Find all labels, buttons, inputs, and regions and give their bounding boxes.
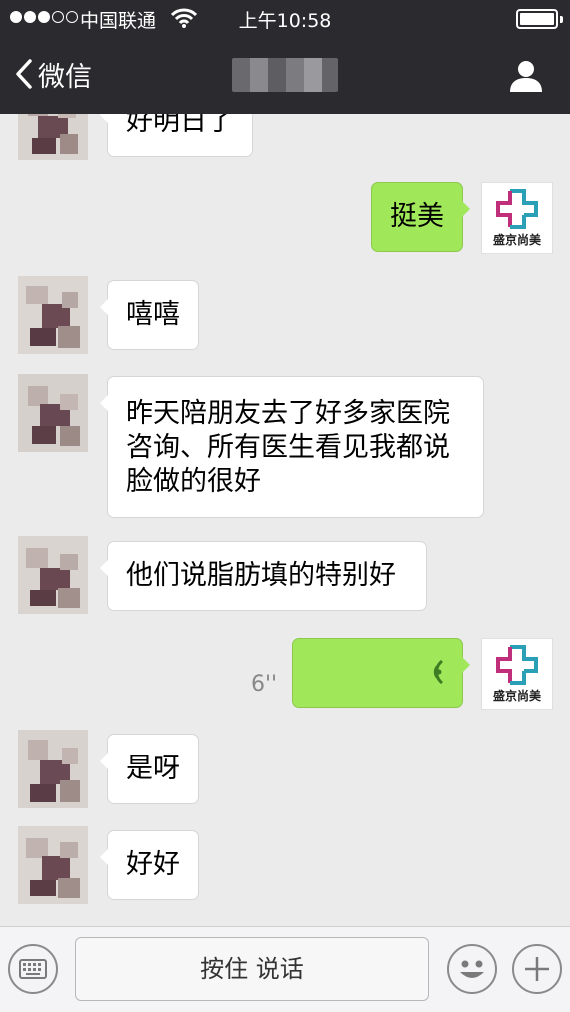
message-text: 是呀 (126, 753, 180, 784)
clinic-logo-text: 盛京尚美 (492, 233, 541, 247)
message-bubble[interactable]: 好明日了 (100, 114, 253, 157)
message-bubble[interactable]: 好好 (100, 830, 199, 900)
person-icon (510, 61, 542, 92)
message-bubble[interactable]: 昨天陪朋友去了好多家医院 咨询、所有医生看见我都说 脸做的很好 (100, 376, 484, 518)
input-bar: 按住 说话 (0, 926, 570, 1012)
message-text-line: 咨询、所有医生看见我都说 (126, 432, 450, 463)
top-bar: 中国联通 上午10:58 微信 (0, 0, 570, 114)
contact-avatar[interactable] (18, 826, 88, 904)
clinic-logo-text: 盛京尚美 (492, 689, 541, 703)
keyboard-toggle-button[interactable] (8, 944, 58, 994)
keyboard-icon (19, 959, 47, 979)
emoji-icon (460, 960, 484, 978)
emoji-button[interactable] (447, 944, 497, 994)
more-options-button[interactable] (512, 944, 562, 994)
chat-area[interactable]: 好明日了 挺美 盛京尚美 嘻嘻 昨天陪朋友去了好多家医院 咨询、所有医生看见我都… (0, 114, 570, 926)
contact-info-button[interactable] (506, 56, 546, 96)
message-text: 好明日了 (126, 114, 234, 137)
voice-message-bubble[interactable] (292, 638, 470, 708)
clinic-avatar[interactable]: 盛京尚美 (481, 638, 553, 710)
back-button[interactable]: 微信 (14, 52, 92, 96)
message-bubble[interactable]: 他们说脂肪填的特别好 (100, 541, 427, 611)
message-bubble[interactable]: 挺美 (371, 182, 470, 252)
clinic-avatar[interactable]: 盛京尚美 (481, 182, 553, 254)
hold-to-talk-button[interactable]: 按住 说话 (75, 937, 429, 1001)
message-text-line: 昨天陪朋友去了好多家医院 (126, 398, 450, 429)
message-text: 挺美 (390, 201, 444, 232)
voice-wave-icon (433, 659, 444, 685)
back-label: 微信 (38, 61, 92, 93)
status-time: 上午10:58 (238, 10, 332, 32)
plus-icon (525, 957, 549, 981)
chevron-left-icon (16, 59, 32, 89)
battery-icon (516, 9, 563, 29)
message-bubble[interactable]: 嘻嘻 (100, 280, 199, 350)
message-bubble[interactable]: 是呀 (100, 734, 199, 804)
status-bar: 中国联通 上午10:58 (0, 0, 570, 36)
contact-avatar[interactable] (18, 730, 88, 808)
nav-bar: 微信 (0, 36, 570, 114)
message-text-line: 脸做的很好 (126, 466, 261, 497)
message-text: 嘻嘻 (126, 299, 180, 330)
contact-avatar[interactable] (18, 276, 88, 354)
chat-title-blurred (232, 58, 338, 92)
message-text: 他们说脂肪填的特别好 (126, 560, 396, 591)
message-text: 好好 (126, 849, 180, 880)
contact-avatar[interactable] (18, 114, 88, 160)
contact-avatar[interactable] (18, 536, 88, 614)
voice-duration: 6'' (251, 672, 278, 697)
contact-avatar[interactable] (18, 374, 88, 452)
